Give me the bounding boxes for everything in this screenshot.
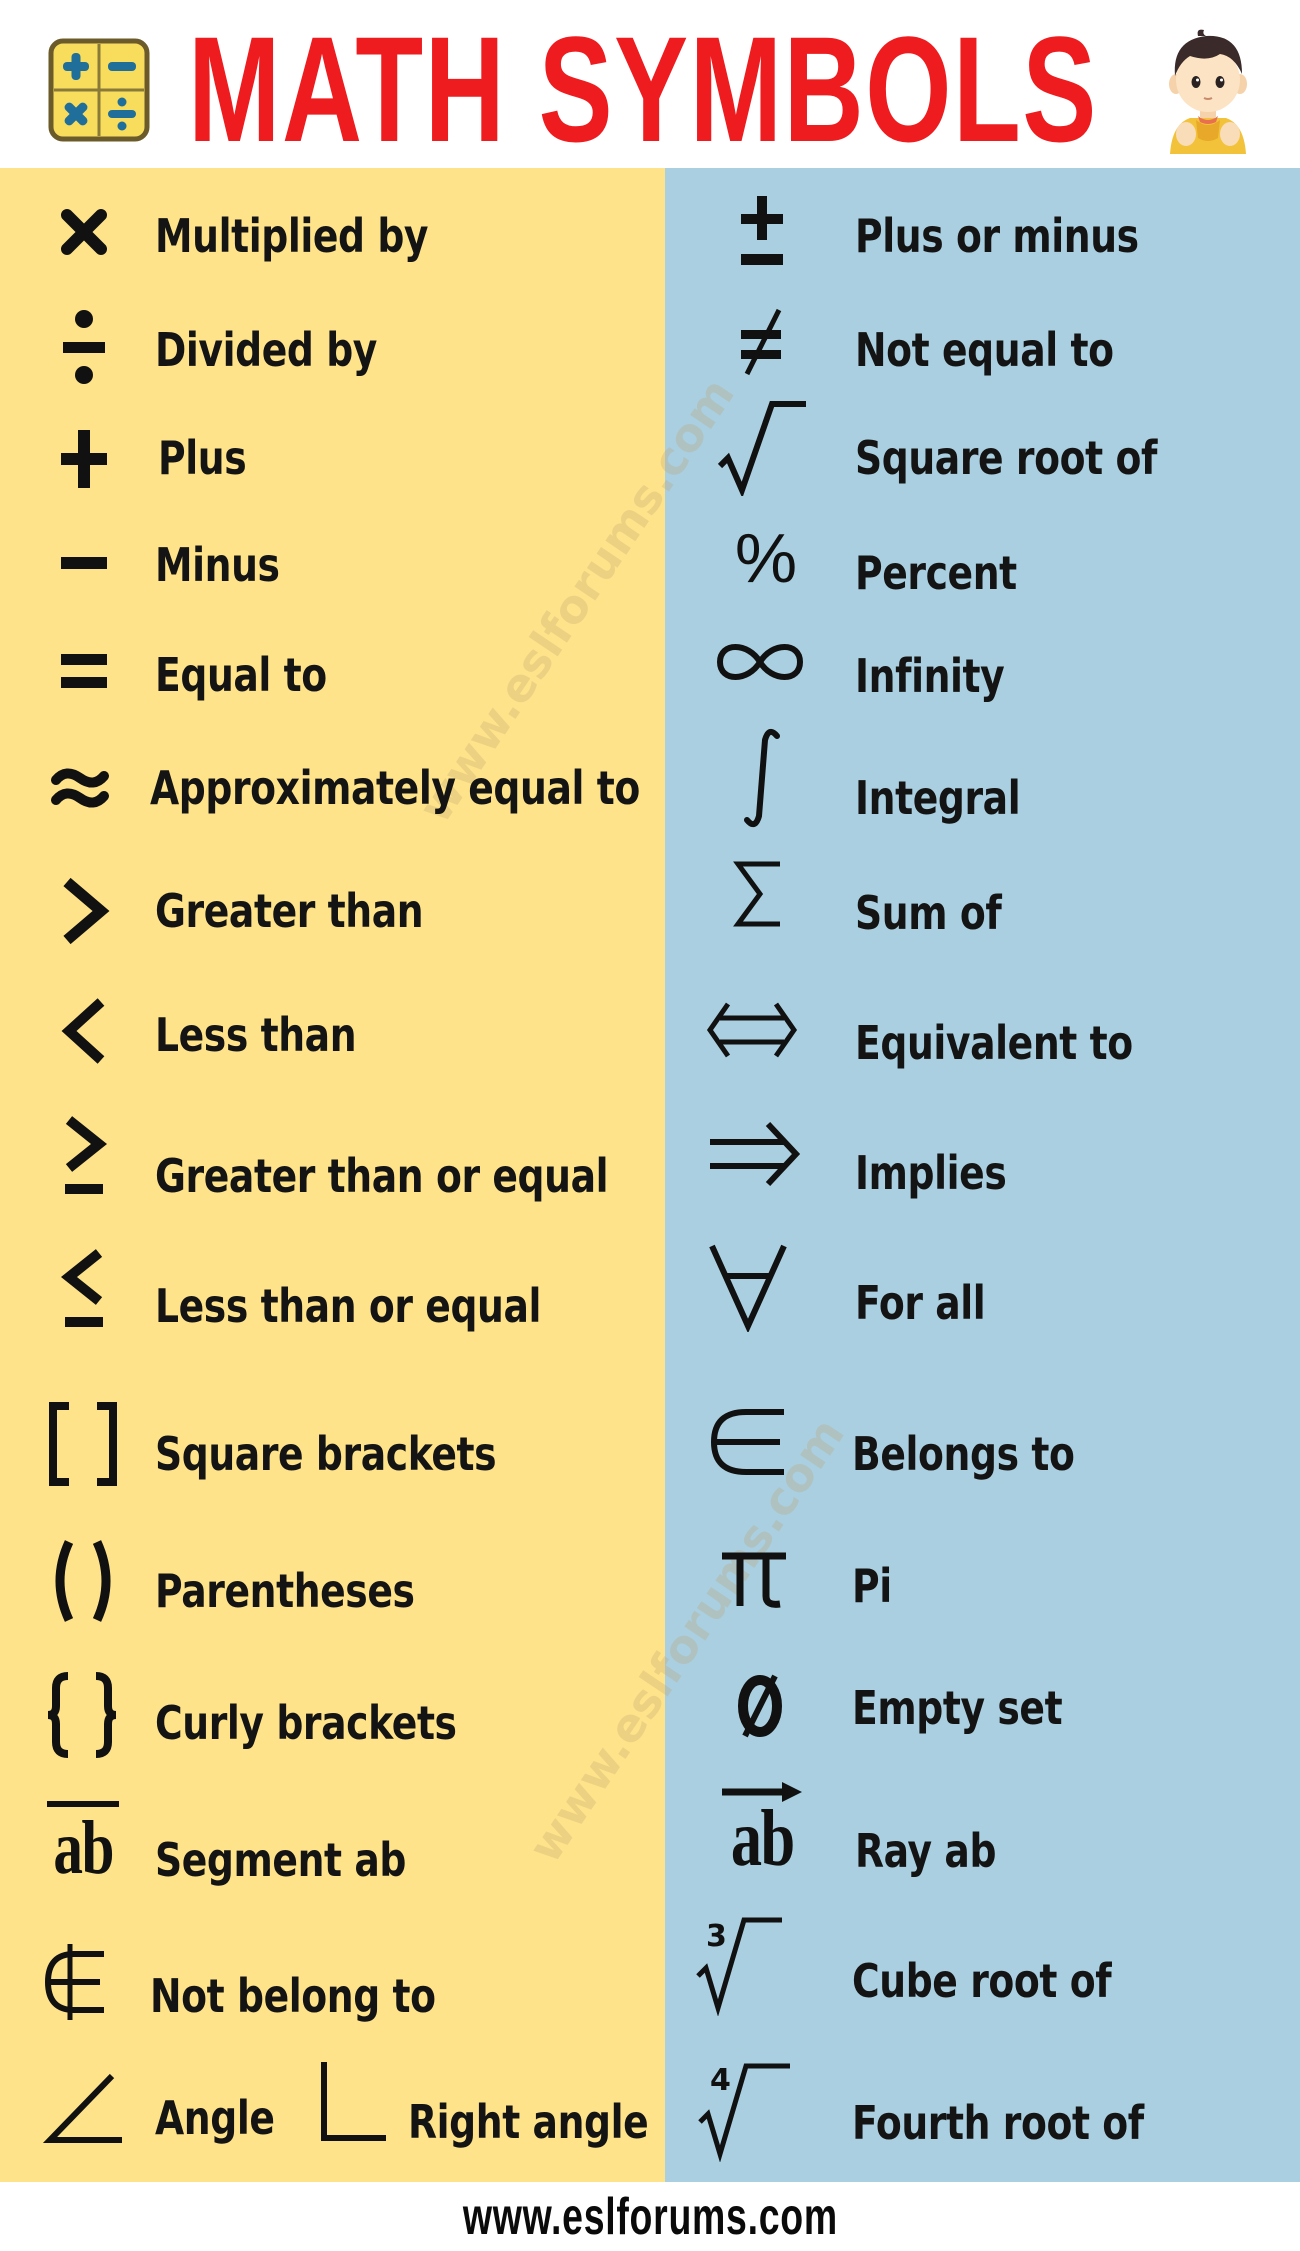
symbol-label: Not belong to [150, 1969, 436, 2023]
minus-icon [52, 548, 116, 578]
square-brackets-icon [42, 1402, 124, 1486]
square-root-icon [714, 396, 810, 496]
symbol-label: Fourth root of [852, 2096, 1144, 2150]
symbol-label: Angle [155, 2091, 275, 2145]
implies-arrow-icon [706, 1118, 802, 1190]
header: MATH SYMBOLS [0, 0, 1300, 168]
greater-than-icon [52, 876, 116, 946]
right-angle-icon [316, 2058, 388, 2146]
symbol-label: Multiplied by [155, 209, 429, 263]
for-all-icon [706, 1240, 790, 1332]
fourth-root-icon: 4 [694, 2052, 804, 2162]
boy-mascot-illustration [1158, 26, 1258, 156]
empty-set-icon [728, 1670, 792, 1740]
page-title: MATH SYMBOLS [188, 5, 1098, 173]
symbol-label: Right angle [408, 2095, 649, 2149]
symbol-label: Belongs to [852, 1427, 1075, 1481]
symbol-label: Cube root of [852, 1954, 1112, 2008]
symbol-label: Square root of [855, 431, 1157, 485]
symbol-label: Approximately equal to [150, 761, 640, 815]
symbol-label: Not equal to [855, 323, 1114, 377]
ray-symbol-text: ab [730, 1795, 795, 1883]
equals-icon [52, 646, 116, 696]
symbol-label: Greater than [155, 884, 424, 938]
not-equal-icon [730, 306, 794, 378]
symbol-label: Plus [158, 431, 247, 485]
symbol-label: Square brackets [155, 1427, 497, 1481]
symbol-label: Curly brackets [155, 1696, 457, 1750]
element-of-icon [706, 1402, 790, 1482]
footer: www.eslforums.com [0, 2182, 1300, 2251]
root-index: 4 [710, 2063, 731, 2098]
footer-website-link[interactable]: www.eslforums.com [463, 2187, 838, 2247]
divide-icon [52, 305, 116, 389]
multiply-icon [52, 200, 116, 264]
equivalent-arrow-icon [706, 998, 798, 1062]
symbol-label: Greater than or equal [155, 1149, 609, 1203]
root-index: 3 [706, 1919, 727, 1954]
integral-icon [730, 726, 794, 830]
symbol-label: Infinity [855, 649, 1005, 703]
symbol-label: Less than or equal [155, 1279, 542, 1333]
symbol-label: Less than [155, 1008, 357, 1062]
symbol-label: Integral [855, 771, 1021, 825]
angle-icon [42, 2070, 126, 2146]
ray-icon: ab [716, 1778, 808, 1883]
parentheses-icon [42, 1538, 124, 1624]
symbol-label: Plus or minus [855, 209, 1139, 263]
symbol-label: Parentheses [155, 1564, 415, 1618]
plus-icon [52, 424, 116, 494]
pi-icon [718, 1548, 790, 1610]
symbol-label: For all [855, 1276, 986, 1330]
approx-icon [48, 758, 112, 818]
less-than-icon [52, 996, 116, 1066]
not-element-icon [40, 1942, 112, 2022]
calculator-operations-icon [48, 38, 150, 142]
symbol-label: Equivalent to [855, 1016, 1133, 1070]
symbol-label: Pi [852, 1559, 892, 1613]
sigma-icon [720, 858, 796, 930]
cube-root-icon: 3 [694, 1908, 798, 2016]
symbol-label: Percent [855, 546, 1017, 600]
symbol-label: Sum of [855, 886, 1002, 940]
curly-brackets-icon [40, 1672, 124, 1758]
symbol-label: Segment ab [155, 1833, 407, 1887]
segment-icon: ab [44, 1796, 122, 1888]
infinity-icon [712, 634, 808, 690]
percent-icon: % [734, 519, 798, 597]
plus-minus-icon [730, 192, 794, 272]
greater-equal-icon [52, 1112, 116, 1202]
less-equal-icon [52, 1245, 116, 1335]
symbol-label: Minus [155, 538, 280, 592]
segment-symbol-text: ab [53, 1806, 114, 1890]
symbol-label: Ray ab [855, 1824, 997, 1878]
symbol-label: Divided by [155, 323, 377, 377]
symbol-label: Empty set [852, 1681, 1063, 1735]
symbol-label: Equal to [155, 648, 327, 702]
symbol-label: Implies [855, 1146, 1007, 1200]
